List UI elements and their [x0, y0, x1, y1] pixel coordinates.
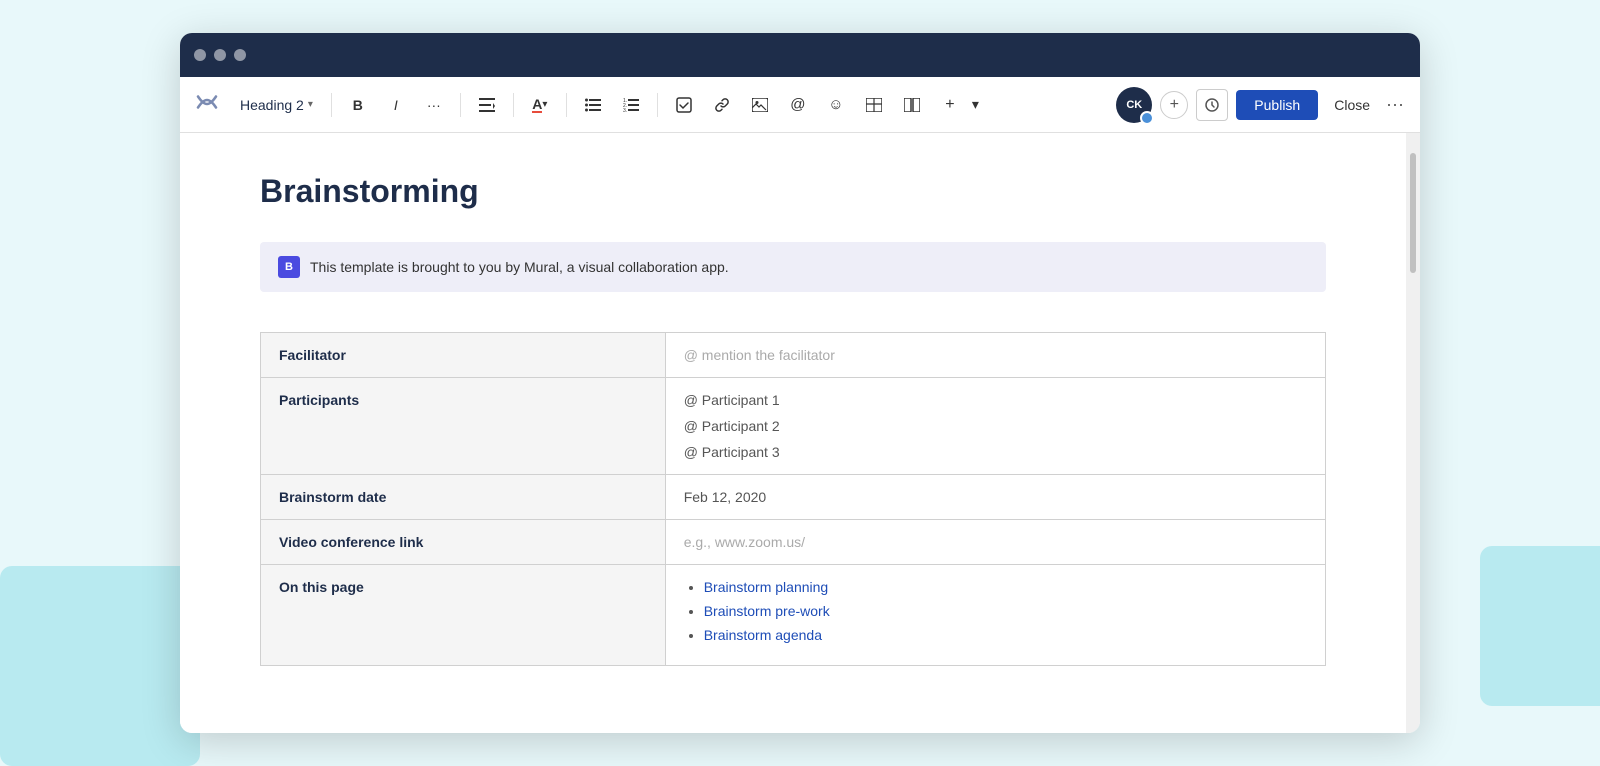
heading-label: Heading 2: [240, 97, 304, 113]
divider-2: [460, 93, 461, 117]
divider-1: [331, 93, 332, 117]
mural-icon: B: [278, 256, 300, 278]
brainstorm-planning-link[interactable]: Brainstorm planning: [704, 579, 829, 595]
table-row: Participants @ Participant 1 @ Participa…: [261, 378, 1326, 475]
video-label: Video conference link: [261, 520, 666, 565]
traffic-light-3: [234, 49, 246, 61]
title-bar: [180, 33, 1420, 77]
participant-1: @ Participant 1: [684, 392, 1307, 408]
app-window: Heading 2 ▾ B I ··· A ▾: [180, 33, 1420, 733]
page-title: Brainstorming: [260, 173, 1326, 210]
add-collaborator-button[interactable]: +: [1160, 91, 1188, 119]
page-links-list: Brainstorm planning Brainstorm pre-work …: [684, 579, 1307, 643]
facilitator-label: Facilitator: [261, 333, 666, 378]
align-button[interactable]: [471, 89, 503, 121]
insert-button[interactable]: +: [934, 89, 966, 121]
link-button[interactable]: [706, 89, 738, 121]
mention-button[interactable]: @: [782, 89, 814, 121]
brainstorm-pre-work-link[interactable]: Brainstorm pre-work: [704, 603, 830, 619]
content-area: Brainstorming B This template is brought…: [180, 133, 1420, 733]
svg-text:3.: 3.: [623, 108, 627, 112]
toolbar-right: CK + Publish Close ···: [1116, 87, 1404, 123]
info-table: Facilitator @ mention the facilitator Pa…: [260, 332, 1326, 666]
layout-button[interactable]: [896, 89, 928, 121]
publish-button[interactable]: Publish: [1236, 90, 1318, 120]
table-row: Facilitator @ mention the facilitator: [261, 333, 1326, 378]
bg-decoration-left: [0, 566, 200, 766]
chevron-down-icon: ▾: [308, 99, 313, 110]
facilitator-value[interactable]: @ mention the facilitator: [665, 333, 1325, 378]
version-history-button[interactable]: [1196, 89, 1228, 121]
list-item: Brainstorm pre-work: [704, 603, 1307, 619]
image-button[interactable]: [744, 89, 776, 121]
banner-text: This template is brought to you by Mural…: [310, 259, 729, 275]
participant-2: @ Participant 2: [684, 418, 1307, 434]
bg-decoration-right: [1480, 546, 1600, 706]
video-value[interactable]: e.g., www.zoom.us/: [665, 520, 1325, 565]
on-this-page-label: On this page: [261, 565, 666, 666]
info-banner: B This template is brought to you by Mur…: [260, 242, 1326, 292]
scrollbar-thumb[interactable]: [1410, 153, 1416, 273]
scrollbar[interactable]: [1406, 133, 1420, 733]
insert-more-icon: ▾: [972, 96, 979, 113]
traffic-light-2: [214, 49, 226, 61]
numbered-list-button[interactable]: 1. 2. 3.: [615, 89, 647, 121]
more-format-button[interactable]: ···: [418, 89, 450, 121]
brainstorm-agenda-link[interactable]: Brainstorm agenda: [704, 627, 822, 643]
editor[interactable]: Brainstorming B This template is brought…: [180, 133, 1406, 733]
italic-button[interactable]: I: [380, 89, 412, 121]
divider-5: [657, 93, 658, 117]
table-row: On this page Brainstorm planning Brainst…: [261, 565, 1326, 666]
close-button[interactable]: Close: [1326, 90, 1378, 120]
participants-value[interactable]: @ Participant 1 @ Participant 2 @ Partic…: [665, 378, 1325, 475]
more-options-button[interactable]: ···: [1386, 94, 1404, 115]
avatar-badge: [1140, 111, 1154, 125]
participant-3: @ Participant 3: [684, 444, 1307, 460]
divider-4: [566, 93, 567, 117]
table-row: Brainstorm date Feb 12, 2020: [261, 475, 1326, 520]
date-label: Brainstorm date: [261, 475, 666, 520]
color-button[interactable]: A ▾: [524, 89, 556, 121]
participants-label: Participants: [261, 378, 666, 475]
traffic-light-1: [194, 49, 206, 61]
date-value[interactable]: Feb 12, 2020: [665, 475, 1325, 520]
confluence-logo[interactable]: [196, 91, 218, 119]
toolbar: Heading 2 ▾ B I ··· A ▾: [180, 77, 1420, 133]
table-button[interactable]: [858, 89, 890, 121]
divider-3: [513, 93, 514, 117]
bullet-list-button[interactable]: [577, 89, 609, 121]
emoji-button[interactable]: ☺: [820, 89, 852, 121]
list-item: Brainstorm planning: [704, 579, 1307, 595]
on-this-page-value: Brainstorm planning Brainstorm pre-work …: [665, 565, 1325, 666]
task-button[interactable]: [668, 89, 700, 121]
avatar: CK: [1116, 87, 1152, 123]
list-item: Brainstorm agenda: [704, 627, 1307, 643]
table-row: Video conference link e.g., www.zoom.us/: [261, 520, 1326, 565]
heading-selector[interactable]: Heading 2 ▾: [232, 93, 321, 117]
bold-button[interactable]: B: [342, 89, 374, 121]
